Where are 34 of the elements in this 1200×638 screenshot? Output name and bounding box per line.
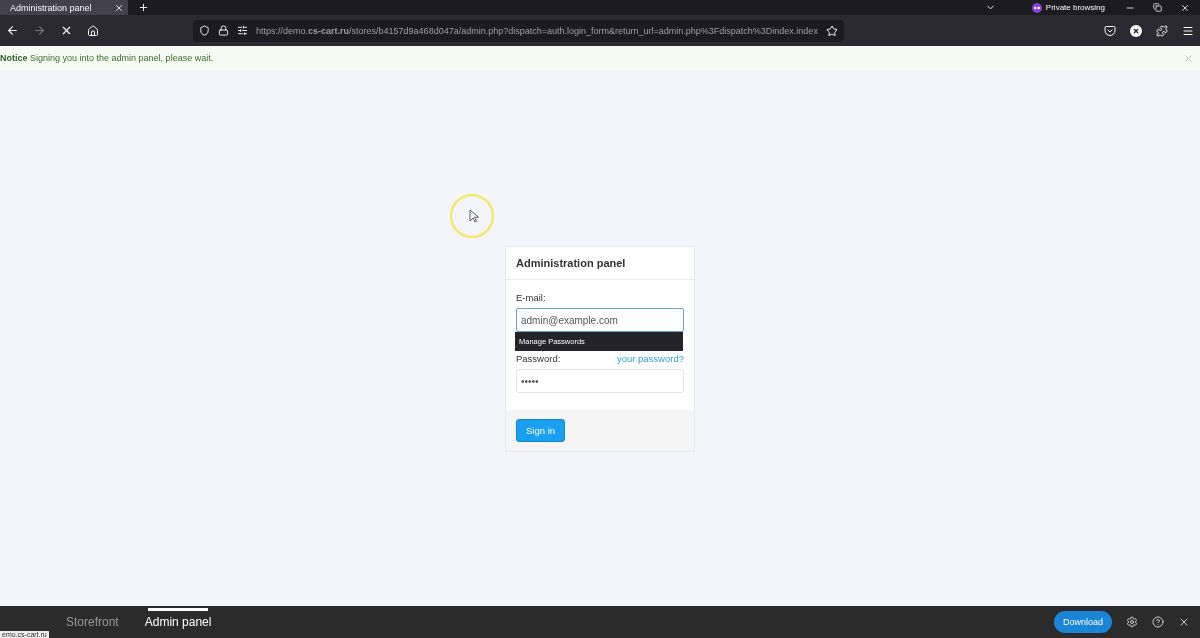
pocket-icon[interactable] [1104,24,1116,37]
demo-tab[interactable]: Storefront [60,611,125,633]
cursor-highlight-drawing [448,192,496,240]
email-input[interactable]: admin@example.com [516,308,684,332]
help-icon[interactable] [1152,616,1164,628]
settings-icon[interactable] [1126,616,1138,628]
sliders-icon[interactable] [237,25,248,36]
password-input[interactable]: ••••• [516,369,684,393]
close-icon[interactable] [1180,2,1190,13]
restore-icon[interactable] [1153,3,1162,12]
back-icon[interactable] [6,24,19,37]
card-title: Administration panel [506,247,694,280]
star-icon[interactable] [825,24,838,37]
mask-icon [1031,2,1042,13]
forward-icon[interactable] [33,24,46,37]
lock-icon[interactable] [218,25,229,36]
address-bar[interactable]: https://demo.cs-cart.ru/stores/b4157d9a468d047a/admin.php?dispatch=auth.login_form&return_url=admin.php%3Fdispatch%3Dindex.index [193,19,844,42]
stop-icon[interactable] [60,24,73,37]
circle-x-icon[interactable] [1130,24,1142,37]
plus-icon[interactable] [138,2,149,13]
notice-text: Notice Signing you into the admin panel, please wait. [0,53,215,63]
demo-tab[interactable]: Admin panel [138,611,218,633]
download-button[interactable]: Download [1053,611,1112,633]
url-text: https://demo.cs-cart.ru/stores/b4157d9a468d047a/admin.php?dispatch=auth.login_form&return_url=admin.php%3Fdispatch%3Dindex.index [256,25,818,36]
home-icon[interactable] [87,24,99,37]
private-browsing-label: Private browsing [1045,3,1105,12]
puzzle-icon[interactable] [1156,24,1168,37]
close-icon[interactable] [1178,616,1190,628]
menu-icon[interactable] [1182,24,1194,37]
password-label: Password: [516,353,561,364]
shield-icon[interactable] [199,25,210,36]
browser-tab[interactable]: Administration panel [0,0,128,15]
email-label: E-mail: [516,292,547,303]
close-icon[interactable] [114,2,124,13]
